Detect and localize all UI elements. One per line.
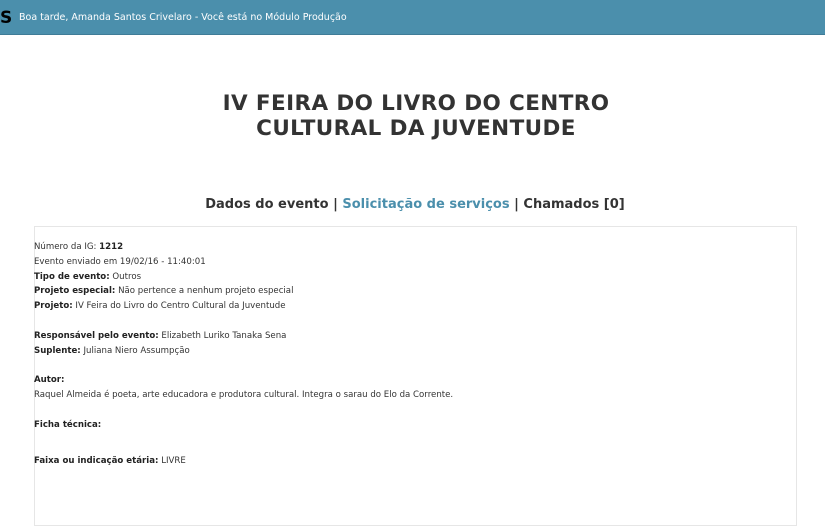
tab-separator: | bbox=[514, 197, 519, 212]
detail-value: Juliana Niero Assumpção bbox=[83, 345, 190, 356]
detail-label: Número da IG: bbox=[34, 242, 97, 252]
detail-autor-value: Raquel Almeida é poeta, arte educadora e… bbox=[34, 389, 454, 400]
detail-label: Autor: bbox=[34, 375, 65, 386]
page-title-line-1: IV FEIRA DO LIVRO DO CENTRO bbox=[222, 91, 610, 116]
detail-projeto-especial: Projeto especial: Não pertence a nenhum … bbox=[34, 284, 453, 299]
detail-label: Suplente: bbox=[34, 345, 81, 356]
detail-faixa-etaria: Faixa ou indicação etária: LIVRE bbox=[34, 454, 453, 469]
detail-label: Responsável pelo evento: bbox=[34, 330, 159, 341]
detail-suplente: Suplente: Juliana Niero Assumpção bbox=[34, 344, 453, 359]
detail-value: LIVRE bbox=[161, 456, 186, 467]
detail-label: Projeto: bbox=[34, 301, 73, 312]
detail-tipo-evento: Tipo de evento: Outros bbox=[34, 270, 453, 285]
detail-responsavel: Responsável pelo evento: Elizabeth Lurik… bbox=[34, 329, 453, 344]
user-greeting: Boa tarde, Amanda Santos Crivelaro - Voc… bbox=[19, 12, 347, 23]
page-title-line-2: CULTURAL DA JUVENTUDE bbox=[256, 116, 576, 141]
detail-enviado: Evento enviado em 19/02/16 - 11:40:01 bbox=[34, 256, 206, 267]
detail-autor-label: Autor: bbox=[34, 373, 453, 388]
detail-value: Outros bbox=[112, 271, 142, 282]
brand-logo[interactable]: S bbox=[0, 8, 12, 28]
detail-numero-ig: Número da IG: 1212 bbox=[34, 240, 453, 255]
detail-label: Projeto especial: bbox=[34, 286, 116, 297]
tab-solicitacao-de-servicos[interactable]: Solicitação de serviços bbox=[342, 197, 509, 212]
top-bar: S Boa tarde, Amanda Santos Crivelaro - V… bbox=[0, 0, 825, 35]
detail-projeto: Projeto: IV Feira do Livro do Centro Cul… bbox=[34, 299, 453, 314]
detail-ficha-tecnica: Ficha técnica: bbox=[34, 418, 453, 433]
detail-label: Faixa ou indicação etária: bbox=[34, 456, 159, 467]
tab-separator: | bbox=[333, 197, 338, 212]
tab-chamados[interactable]: Chamados [0] bbox=[523, 197, 624, 212]
detail-label: Tipo de evento: bbox=[34, 271, 110, 282]
detail-value: 1212 bbox=[99, 242, 124, 252]
event-tabs: Dados do evento | Solicitação de serviço… bbox=[0, 196, 825, 214]
detail-value: Não pertence a nenhum projeto especial bbox=[118, 286, 294, 297]
event-details: Número da IG: 1212 Evento enviado em 19/… bbox=[34, 240, 453, 469]
page-title: IV FEIRA DO LIVRO DO CENTRO CULTURAL DA … bbox=[0, 91, 825, 141]
detail-value: Elizabeth Luriko Tanaka Sena bbox=[161, 330, 287, 341]
detail-value: IV Feira do Livro do Centro Cultural da … bbox=[75, 301, 286, 312]
tab-dados-do-evento[interactable]: Dados do evento bbox=[205, 197, 328, 212]
detail-label: Ficha técnica: bbox=[34, 419, 102, 430]
